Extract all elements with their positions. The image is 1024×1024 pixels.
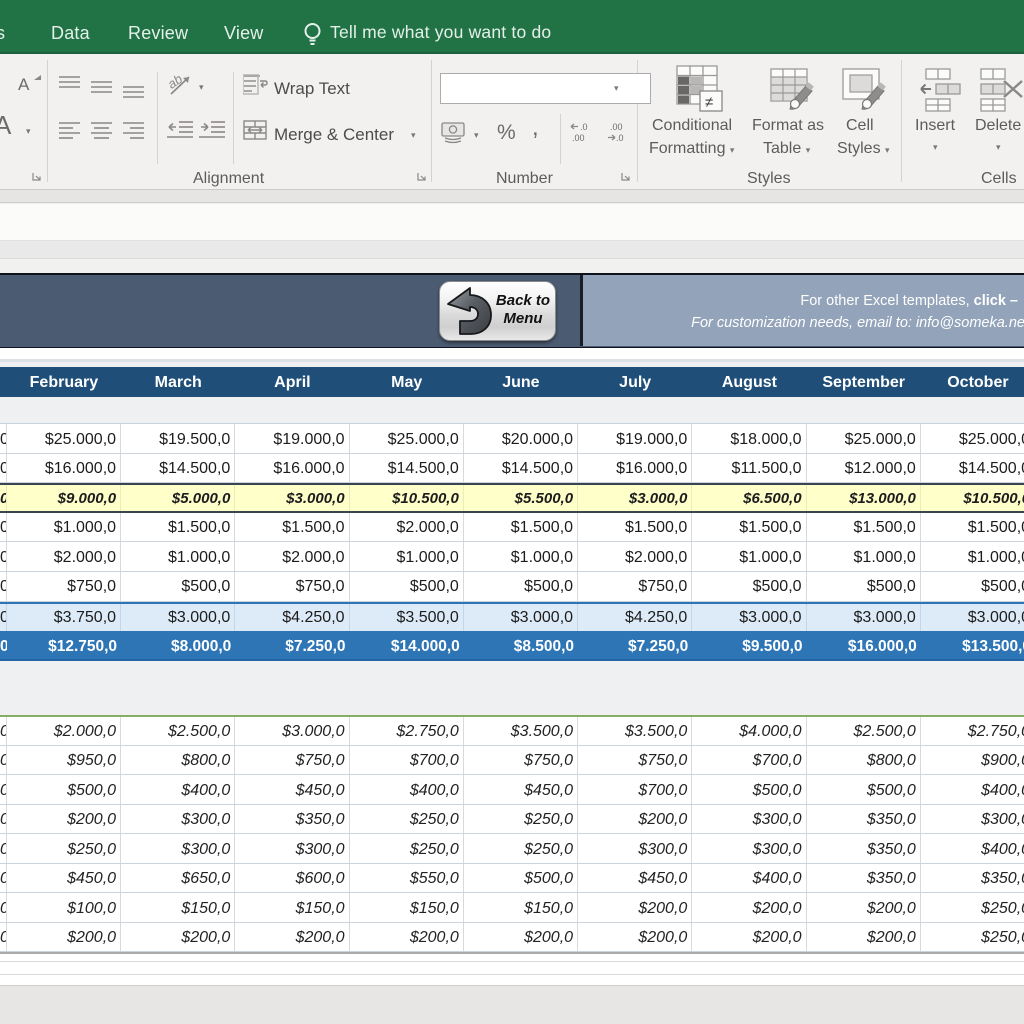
svg-text:.00: .00 bbox=[572, 133, 585, 143]
svg-text:.0: .0 bbox=[616, 133, 624, 143]
svg-text:≠: ≠ bbox=[705, 94, 713, 111]
svg-text:.00: .00 bbox=[610, 122, 623, 132]
svg-text:.0: .0 bbox=[580, 122, 588, 132]
